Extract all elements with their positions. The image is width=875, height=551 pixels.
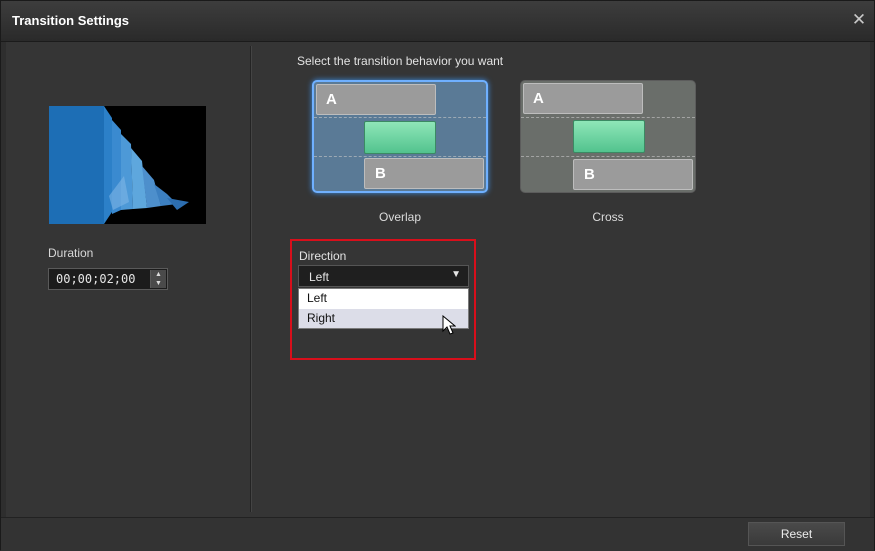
transition-clip xyxy=(573,120,645,153)
divider-line xyxy=(314,156,486,157)
vertical-divider xyxy=(250,46,252,512)
preview-graphic xyxy=(49,106,206,224)
chevron-down-icon[interactable]: ▼ xyxy=(451,269,461,280)
track-a: A xyxy=(316,84,436,115)
direction-dropdown[interactable]: Left ▼ xyxy=(298,265,469,287)
duration-spinner: ▲ ▼ xyxy=(150,270,166,288)
direction-label: Direction xyxy=(299,249,347,263)
track-b: B xyxy=(573,159,693,190)
direction-option-left[interactable]: Left xyxy=(299,289,468,308)
spin-down-icon[interactable]: ▼ xyxy=(151,279,166,288)
transition-preview-image xyxy=(49,106,206,224)
close-icon[interactable]: ✕ xyxy=(848,9,870,31)
cross-option-card[interactable]: A B xyxy=(520,80,696,193)
track-a: A xyxy=(523,83,643,114)
duration-value: 00;00;02;00 xyxy=(56,272,136,286)
cross-label: Cross xyxy=(592,210,624,224)
dialog-content: Duration 00;00;02;00 ▲ ▼ Select the tran… xyxy=(6,42,870,517)
divider-line xyxy=(314,117,486,118)
overlap-label: Overlap xyxy=(378,210,422,224)
transition-settings-dialog: Transition Settings ✕ Duration 00;00;02;… xyxy=(0,0,875,551)
overlap-option-card[interactable]: A B xyxy=(312,80,488,193)
spin-up-icon[interactable]: ▲ xyxy=(151,270,166,279)
direction-selected-value: Left xyxy=(309,270,330,284)
track-b-label: B xyxy=(375,165,386,182)
track-b: B xyxy=(364,158,484,189)
dialog-title: Transition Settings xyxy=(12,13,130,28)
track-a-label: A xyxy=(533,90,544,107)
track-b-label: B xyxy=(584,166,595,183)
divider-line xyxy=(521,156,695,157)
behavior-heading: Select the transition behavior you want xyxy=(297,54,504,68)
duration-label: Duration xyxy=(48,246,94,260)
dialog-footer: Reset xyxy=(1,517,874,551)
track-a-label: A xyxy=(326,91,337,108)
transition-clip xyxy=(364,121,436,154)
divider-line xyxy=(521,117,695,118)
duration-timecode-input[interactable]: 00;00;02;00 ▲ ▼ xyxy=(48,268,168,290)
reset-button[interactable]: Reset xyxy=(748,522,845,546)
title-bar: Transition Settings ✕ xyxy=(1,1,874,42)
mouse-pointer-icon xyxy=(442,315,456,335)
